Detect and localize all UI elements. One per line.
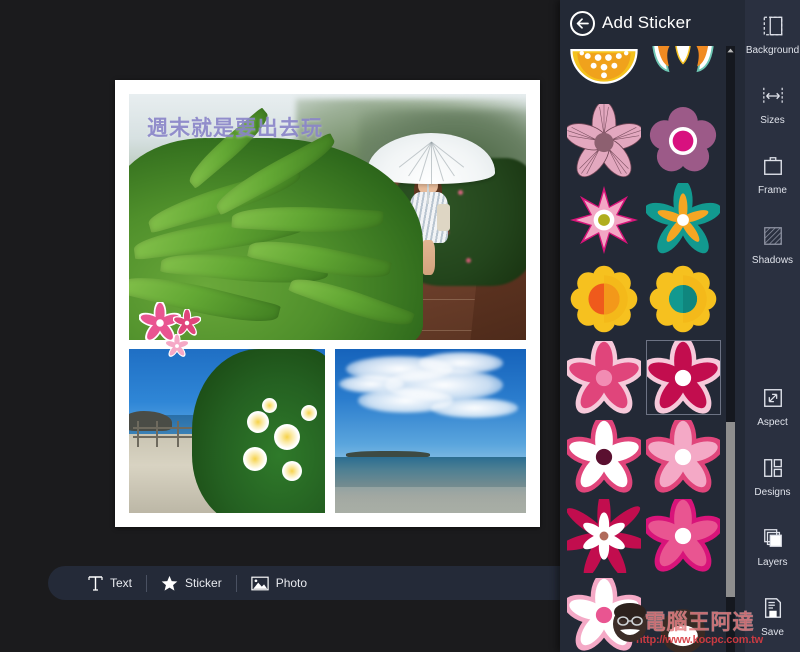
sticker-pink-layered-blossom[interactable] <box>564 338 644 417</box>
sidebar-label-layers: Layers <box>757 556 788 568</box>
placed-flower-small[interactable] <box>164 333 190 363</box>
sticker-yellow-orange-daisy[interactable] <box>564 259 644 338</box>
sticker-crimson-white-blossom[interactable] <box>644 338 724 417</box>
toolbar-label-sticker: Sticker <box>185 576 222 590</box>
sticker-grid-scroll-area[interactable] <box>560 46 727 652</box>
photo-hero[interactable]: 週末就是要出去玩 <box>129 94 526 340</box>
person-bag <box>436 204 451 231</box>
sidebar-item-frame[interactable]: Frame <box>745 140 800 210</box>
save-icon <box>762 597 784 622</box>
sticker-crimson-spiky-flower[interactable] <box>564 496 644 575</box>
sticker-yellow-teal-daisy[interactable] <box>644 259 724 338</box>
toolbar-item-text[interactable]: Text <box>74 575 146 592</box>
photo-left[interactable] <box>129 349 325 513</box>
back-arrow-icon[interactable] <box>570 10 595 36</box>
workspace: 週末就是要出去玩 Text Sticker Photo <box>0 0 628 608</box>
photo-collage[interactable]: 週末就是要出去玩 <box>129 94 526 513</box>
sidebar-item-sizes[interactable]: Sizes <box>745 70 800 140</box>
star-icon <box>161 575 178 592</box>
sticker-plum-magenta-flower[interactable] <box>644 101 724 180</box>
app-root: 週末就是要出去玩 Text Sticker Photo Add Sticker … <box>0 0 800 652</box>
sidebar-item-designs[interactable]: Designs <box>745 442 800 512</box>
beach-shoreline <box>335 486 526 513</box>
sidebar-item-shadows[interactable]: Shadows <box>745 210 800 280</box>
toolbar-label-photo: Photo <box>275 576 308 590</box>
sidebar-item-save[interactable]: Save <box>745 582 800 652</box>
toolbar-item-photo[interactable]: Photo <box>237 576 321 591</box>
sidebar-label-designs: Designs <box>754 486 791 498</box>
designs-icon <box>762 457 784 482</box>
person-legs <box>420 239 436 276</box>
sticker-teal-orange-flower[interactable] <box>644 180 724 259</box>
sticker-white-dark-center-blossom[interactable] <box>564 417 644 496</box>
frame-icon <box>762 155 784 180</box>
sticker-rose-white-center-blossom[interactable] <box>644 496 724 575</box>
sticker-face-partial[interactable] <box>644 575 724 652</box>
sticker-pink-star-flower[interactable] <box>564 180 644 259</box>
sticker-panel-header: Add Sticker <box>560 0 745 46</box>
sidebar-label-shadows: Shadows <box>751 254 794 266</box>
canvas-frame[interactable]: 週末就是要出去玩 <box>115 80 540 527</box>
sidebar-item-background[interactable]: Background <box>745 0 800 70</box>
sticker-lightpink-white-blossom[interactable] <box>644 417 724 496</box>
sticker-grid <box>560 46 727 652</box>
sticker-pale-pink-blossom[interactable] <box>564 575 644 652</box>
sticker-panel-scrollbar[interactable] <box>726 46 735 652</box>
right-sidebar: Background Sizes Frame Shadows Aspect De… <box>745 0 800 652</box>
image-icon <box>251 576 269 591</box>
collage-caption[interactable]: 週末就是要出去玩 <box>147 112 323 142</box>
sizes-icon <box>761 85 785 110</box>
sidebar-label-aspect: Aspect <box>757 416 788 428</box>
sidebar-item-aspect[interactable]: Aspect <box>745 372 800 442</box>
aspect-icon <box>762 387 784 412</box>
bottom-toolbar: Text Sticker Photo <box>48 566 628 600</box>
scroll-up-arrow-icon[interactable] <box>726 46 735 55</box>
text-icon <box>88 575 103 592</box>
shadows-icon <box>762 225 784 250</box>
sidebar-item-layers[interactable]: Layers <box>745 512 800 582</box>
sticker-orange-white-bloom[interactable] <box>644 46 724 101</box>
sidebar-label-save: Save <box>761 626 784 638</box>
sticker-mauve-sketch-flower[interactable] <box>564 101 644 180</box>
sidebar-label-background: Background <box>745 44 800 56</box>
background-icon <box>762 15 784 40</box>
layers-icon <box>762 527 784 552</box>
sidebar-label-sizes: Sizes <box>760 114 785 126</box>
scrollbar-thumb[interactable] <box>726 422 735 597</box>
sticker-panel-title: Add Sticker <box>602 13 692 32</box>
sticker-yellow-dotted-dome[interactable] <box>564 46 644 101</box>
toolbar-item-sticker[interactable]: Sticker <box>147 575 236 592</box>
photo-right[interactable] <box>335 349 526 513</box>
sticker-panel: Add Sticker <box>560 0 745 652</box>
toolbar-label-text: Text <box>110 576 133 590</box>
sidebar-label-frame: Frame <box>758 184 787 196</box>
